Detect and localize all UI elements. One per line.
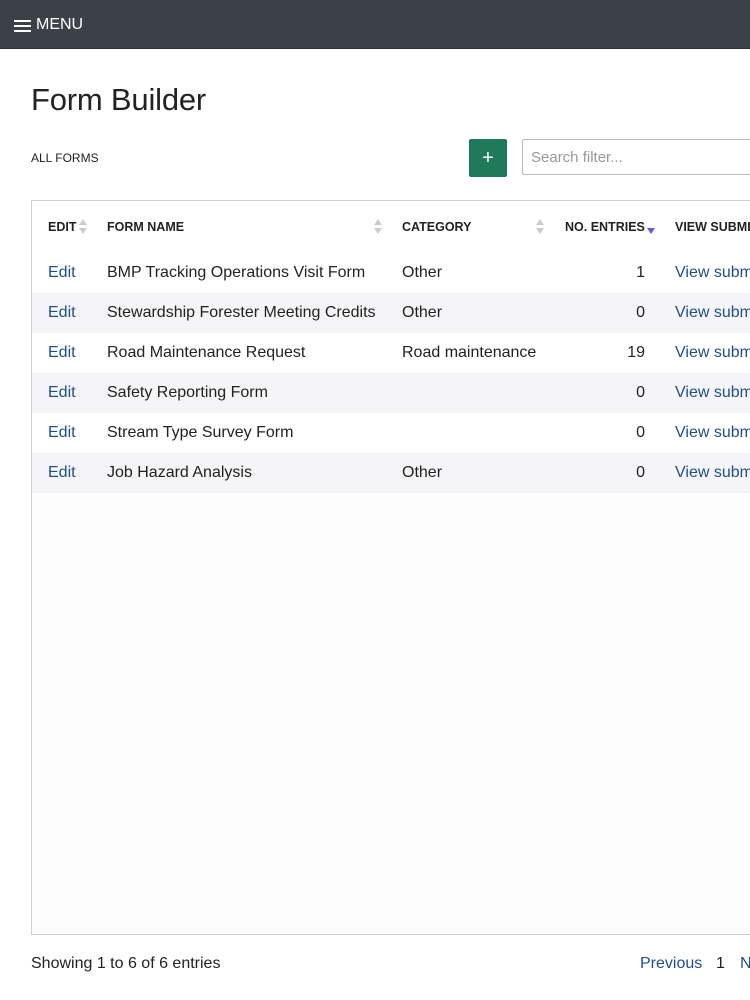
view-submissions-link[interactable]: View subm [675,453,750,493]
table-row: Edit Stream Type Survey Form 0 View subm [32,413,750,453]
section-label: ALL FORMS [31,151,99,165]
column-header-edit[interactable]: EDIT [48,201,76,253]
column-header-label: EDIT [48,220,77,234]
add-form-button[interactable]: + [469,139,507,177]
entries-cell: 0 [636,464,645,481]
category-cell: Other [402,304,443,321]
category-cell: Other [402,464,443,481]
column-header-view-submissions[interactable]: VIEW SUBMI [675,201,750,253]
edit-link[interactable]: Edit [48,253,76,293]
entries-cell: 19 [627,344,645,361]
table-row: Edit Stewardship Forester Meeting Credit… [32,293,750,333]
column-header-label: VIEW SUBMI [675,220,750,234]
sort-icon[interactable] [79,219,87,235]
edit-link[interactable]: Edit [48,333,76,373]
edit-link[interactable]: Edit [48,293,76,333]
column-header-category[interactable]: CATEGORY [402,201,471,253]
pagination-info: Showing 1 to 6 of 6 entries [31,955,221,972]
column-header-form-name[interactable]: FORM NAME [107,201,184,253]
sort-icon[interactable] [536,219,544,235]
edit-link[interactable]: Edit [48,453,76,493]
entries-cell: 0 [636,424,645,441]
form-name-cell: Safety Reporting Form [107,384,268,401]
column-header-label: FORM NAME [107,220,185,234]
category-cell: Other [402,264,443,281]
top-bar: MENU [0,0,750,49]
table-header: EDIT FORM NAME CATEGORY NO. ENTRIES VIEW… [32,201,750,254]
column-header-entries[interactable]: NO. ENTRIES [565,201,645,253]
view-submissions-link[interactable]: View subm [675,293,750,333]
table-row: Edit BMP Tracking Operations Visit Form … [32,253,750,293]
form-name-cell: Stewardship Forester Meeting Credits [107,304,376,321]
view-submissions-link[interactable]: View subm [675,373,750,413]
view-submissions-link[interactable]: View subm [675,413,750,453]
view-submissions-link[interactable]: View subm [675,253,750,293]
view-submissions-link[interactable]: View subm [675,333,750,373]
entries-cell: 0 [636,304,645,321]
form-name-cell: Road Maintenance Request [107,344,306,361]
current-page-number[interactable]: 1 [716,955,725,973]
edit-link[interactable]: Edit [48,373,76,413]
search-input[interactable] [522,139,750,175]
sort-icon[interactable] [374,219,382,235]
form-name-cell: Stream Type Survey Form [107,424,294,441]
menu-label: MENU [36,16,84,33]
entries-cell: 1 [636,264,645,281]
column-header-label: CATEGORY [402,220,472,234]
next-page-button[interactable]: N [740,955,750,973]
previous-page-button[interactable]: Previous [640,955,702,973]
entries-cell: 0 [636,384,645,401]
hamburger-icon [14,18,32,32]
forms-table: EDIT FORM NAME CATEGORY NO. ENTRIES VIEW… [31,200,750,935]
category-cell: Road maintenance [402,344,537,361]
form-name-cell: BMP Tracking Operations Visit Form [107,264,366,281]
page-title: Form Builder [31,82,207,117]
menu-button[interactable]: MENU [14,14,83,36]
edit-link[interactable]: Edit [48,413,76,453]
table-row: Edit Job Hazard Analysis Other 0 View su… [32,453,750,493]
table-row: Edit Road Maintenance Request Road maint… [32,333,750,373]
form-name-cell: Job Hazard Analysis [107,464,252,481]
column-header-label: NO. ENTRIES [565,220,645,234]
sort-desc-icon[interactable] [647,219,655,235]
table-row: Edit Safety Reporting Form 0 View subm [32,373,750,413]
plus-icon: + [482,146,494,169]
